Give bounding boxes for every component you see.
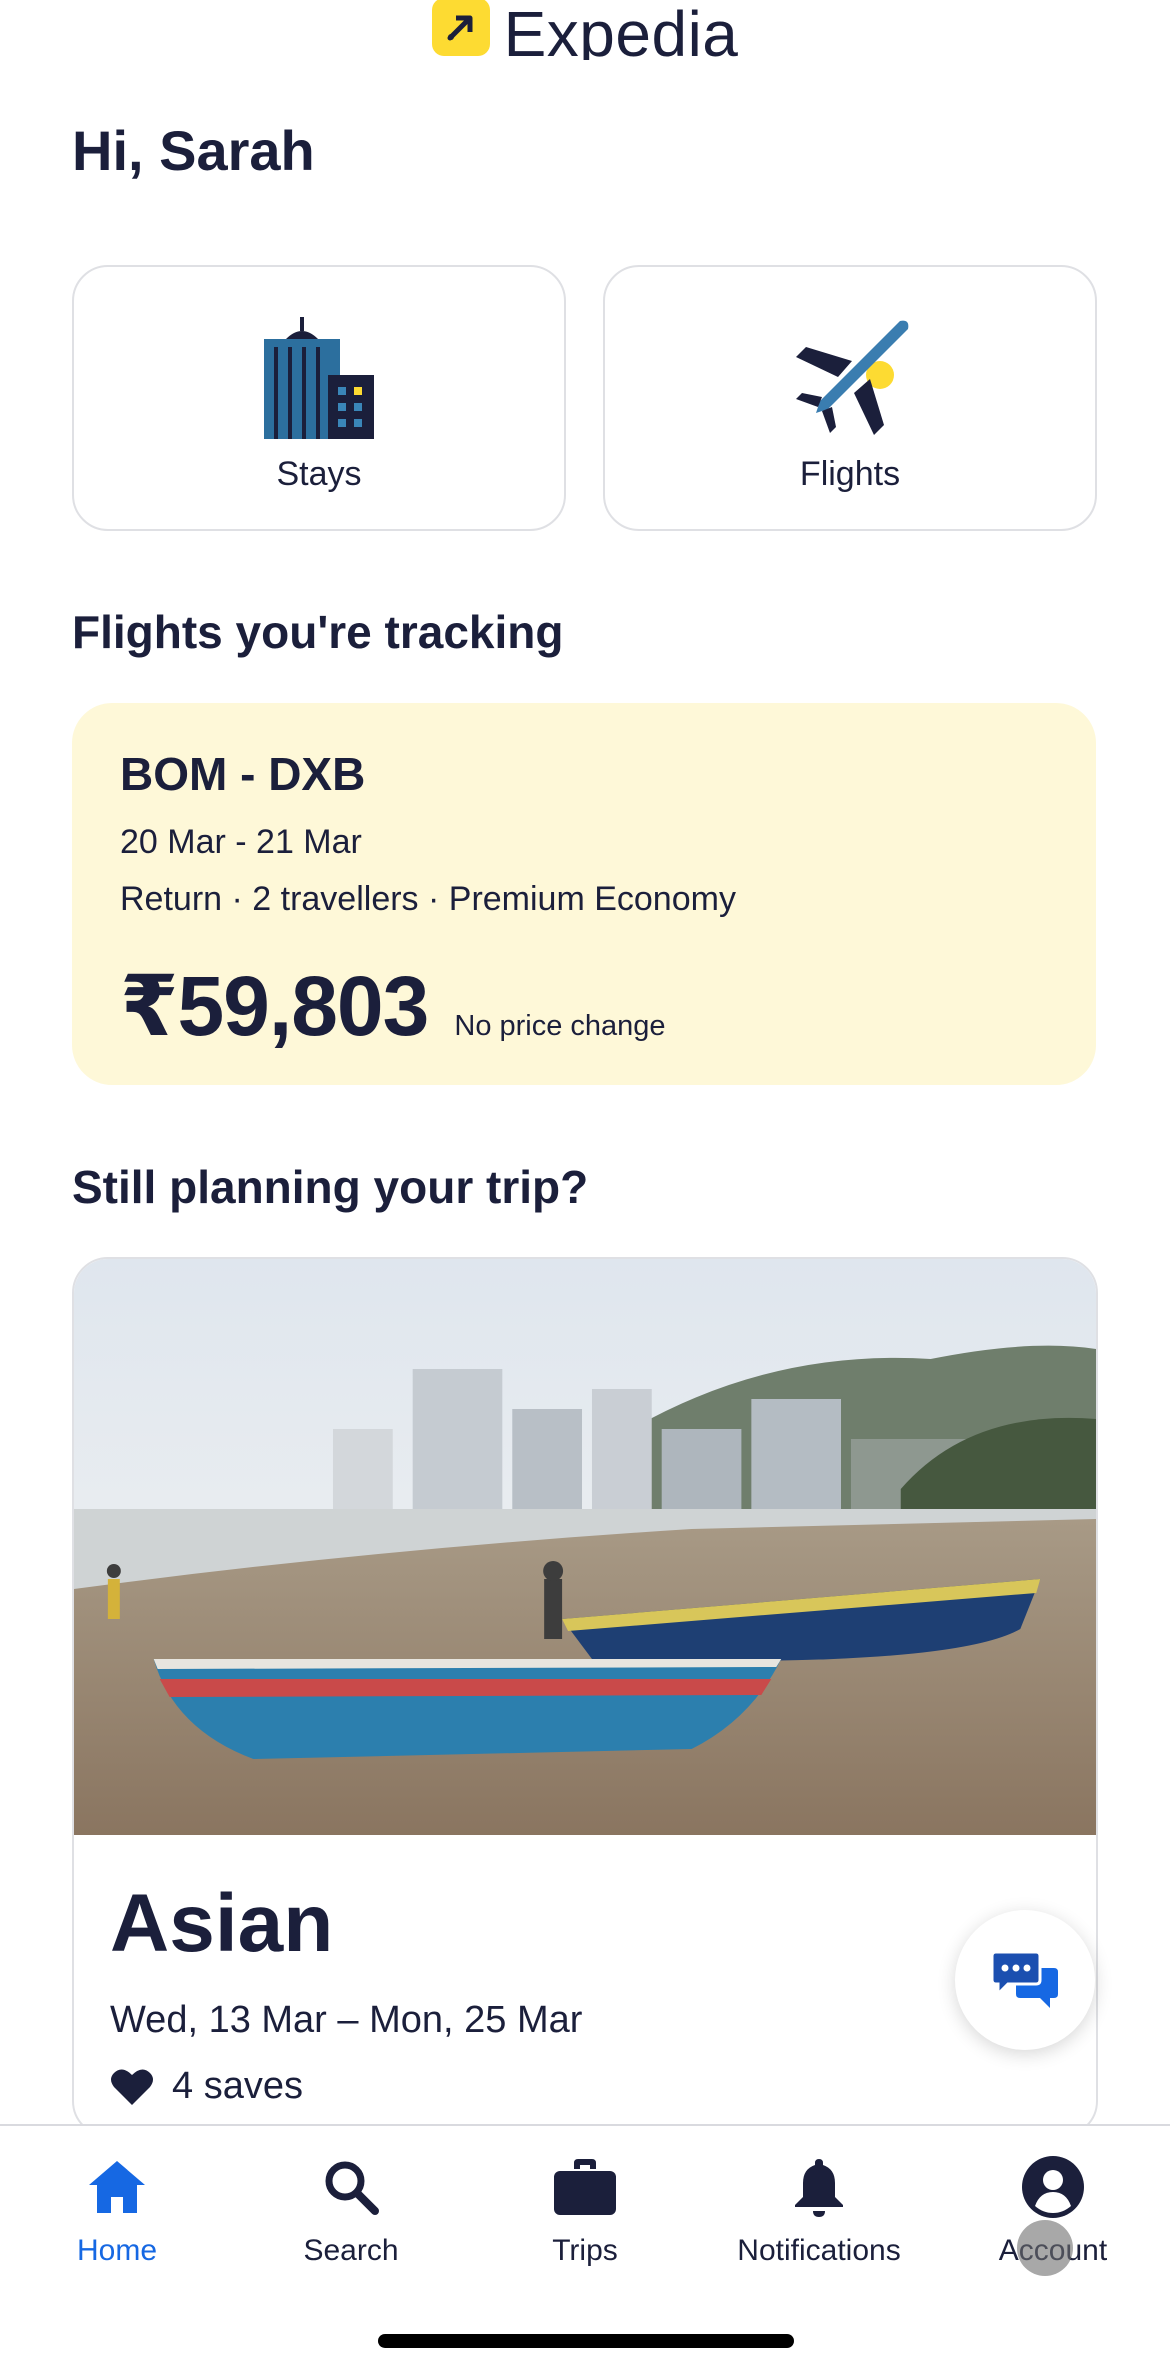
- building-icon: [262, 309, 376, 439]
- airplane-icon: [788, 309, 912, 439]
- flight-dates: 20 Mar - 21 Mar: [120, 823, 362, 861]
- tracked-flight-card[interactable]: BOM - DXB 20 Mar - 21 Mar Return · 2 tra…: [72, 703, 1096, 1085]
- planning-section-title: Still planning your trip?: [72, 1161, 589, 1213]
- flight-details: Return · 2 travellers · Premium Economy: [120, 880, 736, 918]
- nav-notifications[interactable]: Notifications: [702, 2152, 936, 2268]
- account-icon: [1022, 2152, 1084, 2222]
- stays-label: Stays: [276, 455, 362, 493]
- nav-notifications-label: Notifications: [737, 2234, 901, 2267]
- flights-tile[interactable]: Flights: [603, 265, 1097, 531]
- nav-home-label: Home: [76, 2234, 158, 2267]
- trip-name: Asian: [110, 1878, 334, 1969]
- tracking-section-title: Flights you're tracking: [72, 606, 564, 658]
- nav-home[interactable]: Home: [0, 2152, 234, 2268]
- trip-dates: Wed, 13 Mar – Mon, 25 Mar: [110, 1999, 583, 2041]
- saves-count: 4 saves: [172, 2065, 303, 2107]
- logo-text: Expedia: [503, 0, 739, 60]
- trip-photo: [74, 1259, 1096, 1835]
- nav-trips-label: Trips: [552, 2234, 618, 2267]
- search-icon: [323, 2152, 379, 2222]
- home-icon: [87, 2152, 147, 2222]
- trip-card[interactable]: Asian Wed, 13 Mar – Mon, 25 Mar 4 saves: [72, 1257, 1098, 2137]
- greeting: Hi, Sarah: [72, 119, 315, 182]
- flight-price: ₹59,803: [120, 959, 429, 1053]
- briefcase-icon: [554, 2152, 616, 2222]
- expedia-logo: Expedia: [0, 0, 1170, 60]
- nav-search[interactable]: Search: [234, 2152, 468, 2268]
- bell-icon: [793, 2152, 845, 2222]
- trip-saves: 4 saves: [110, 2065, 303, 2108]
- touch-indicator: [1017, 2220, 1073, 2276]
- chat-button[interactable]: [955, 1910, 1095, 2050]
- flight-route: BOM - DXB: [120, 748, 366, 800]
- home-indicator[interactable]: [378, 2334, 794, 2348]
- nav-trips[interactable]: Trips: [468, 2152, 702, 2268]
- stays-tile[interactable]: Stays: [72, 265, 566, 531]
- nav-search-label: Search: [303, 2234, 399, 2267]
- chat-bubbles-icon: [992, 1950, 1058, 2008]
- heart-icon: [111, 2068, 153, 2105]
- price-change-note: No price change: [454, 1010, 666, 1042]
- expedia-logo-icon: [431, 0, 490, 56]
- flights-label: Flights: [799, 455, 901, 493]
- price-row: ₹59,803 No price change: [120, 957, 1048, 1055]
